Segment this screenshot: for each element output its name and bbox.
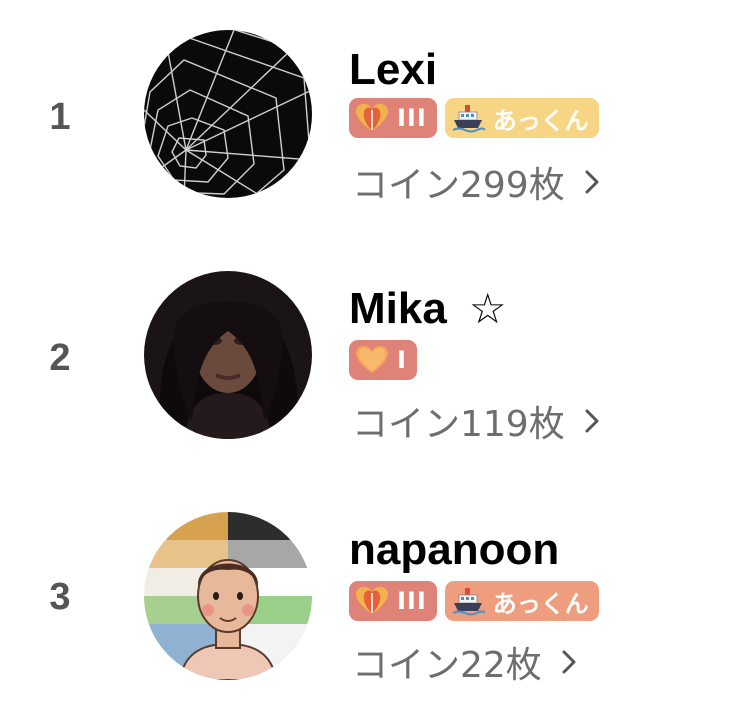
level-label: III — [397, 104, 427, 132]
level-label: I — [397, 346, 407, 374]
coins-link[interactable]: コイン22枚 — [352, 636, 576, 688]
tag-badge: あっくん — [444, 98, 599, 138]
chevron-right-icon — [585, 409, 599, 433]
coins-label: コイン119枚 — [352, 404, 565, 445]
user-name-text: Mika — [349, 284, 447, 333]
avatar[interactable] — [144, 271, 312, 439]
rank-number: 2 — [49, 337, 71, 379]
chevron-right-icon — [562, 650, 576, 674]
badge-group: III あっくん — [349, 98, 599, 138]
badge-group: III あっくん — [349, 581, 599, 621]
level-label: III — [397, 587, 427, 615]
heart-icon — [355, 345, 389, 375]
tag-label: あっくん — [492, 106, 589, 135]
badge-group: I — [349, 340, 417, 380]
cartoon-portrait-icon — [144, 512, 312, 680]
user-name-text: Lexi — [349, 45, 438, 94]
user-name[interactable]: Mika ☆ — [349, 287, 506, 331]
user-name-text: napanoon — [349, 525, 560, 574]
coins-label: コイン22枚 — [352, 645, 542, 686]
ship-icon — [451, 586, 485, 616]
user-name[interactable]: napanoon — [349, 528, 559, 572]
rank-number: 1 — [49, 96, 71, 138]
avatar[interactable] — [144, 30, 312, 198]
coins-link[interactable]: コイン299枚 — [352, 156, 599, 208]
tag-badge: あっくん — [444, 581, 599, 621]
user-name[interactable]: Lexi — [349, 48, 437, 92]
tag-label: あっくん — [492, 589, 589, 618]
ship-icon — [451, 103, 485, 133]
ranking-row[interactable]: 2 Mika ☆ I コイン119枚 — [0, 271, 729, 471]
ranking-row[interactable]: 1 Lexi III あっくん コイン299枚 — [0, 30, 729, 230]
chevron-right-icon — [585, 170, 599, 194]
avatar[interactable] — [144, 512, 312, 680]
spider-web-icon — [144, 30, 312, 198]
ranking-row[interactable]: 3 napanoon III あっくん コイン22枚 — [0, 512, 729, 712]
level-badge: III — [349, 98, 437, 138]
coins-link[interactable]: コイン119枚 — [352, 395, 599, 447]
level-badge: I — [349, 340, 417, 380]
portrait-photo-icon — [144, 271, 312, 439]
star-icon[interactable]: ☆ — [469, 284, 507, 333]
heart-icon — [355, 586, 389, 616]
ranking-list: 1 Lexi III あっくん コイン299枚 2 Mika ☆ I コイン11… — [0, 0, 729, 725]
coins-label: コイン299枚 — [352, 165, 565, 206]
rank-number: 3 — [49, 576, 71, 618]
level-badge: III — [349, 581, 437, 621]
heart-icon — [355, 103, 389, 133]
